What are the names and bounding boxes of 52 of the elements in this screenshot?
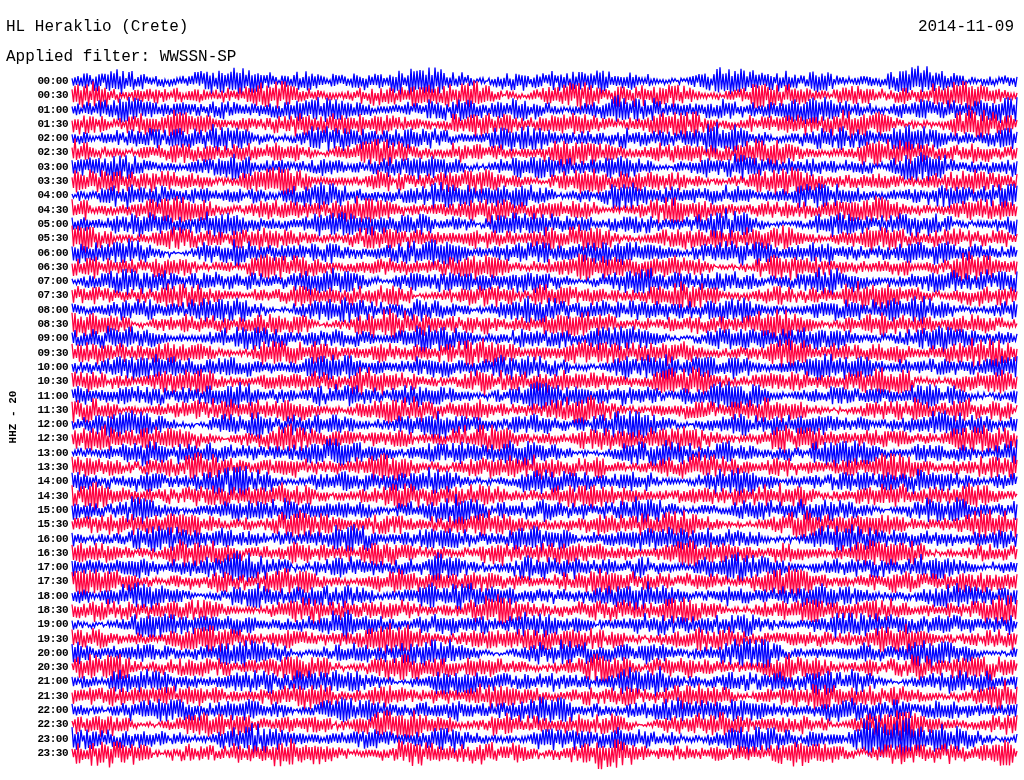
- time-label: 19:00: [37, 617, 68, 632]
- time-label: 08:00: [37, 302, 68, 318]
- time-label: 09:30: [37, 345, 68, 360]
- time-label: 07:30: [37, 288, 68, 303]
- time-label: 14:30: [37, 488, 68, 503]
- time-label: 20:00: [37, 645, 68, 661]
- time-label: 07:00: [37, 274, 68, 289]
- time-label: 21:30: [37, 688, 68, 704]
- time-label: 06:30: [37, 259, 68, 275]
- time-label: 23:30: [37, 745, 68, 761]
- time-label: 00:30: [37, 88, 68, 103]
- time-label: 22:00: [37, 703, 68, 718]
- time-label: 09:00: [37, 331, 68, 346]
- time-label: 23:00: [37, 731, 68, 746]
- channel-label: HHZ - 20: [7, 390, 19, 444]
- time-label: 22:30: [37, 717, 68, 732]
- time-label: 18:30: [37, 603, 68, 618]
- time-label: 17:00: [37, 560, 68, 575]
- time-label: 21:00: [37, 674, 68, 689]
- time-label: 13:00: [37, 445, 68, 460]
- time-label: 04:30: [37, 202, 68, 217]
- time-label: 20:30: [37, 660, 68, 675]
- time-label: 11:00: [37, 388, 68, 403]
- time-label: 16:00: [37, 531, 68, 546]
- time-label: 11:30: [37, 402, 68, 418]
- time-label: 06:00: [37, 245, 68, 260]
- time-label: 01:30: [37, 116, 68, 132]
- time-label: 01:00: [37, 102, 68, 117]
- time-label: 04:00: [37, 188, 68, 203]
- time-label: 08:30: [37, 317, 68, 332]
- time-label: 17:30: [37, 574, 68, 589]
- time-label: 13:30: [37, 460, 68, 475]
- time-label: 10:00: [37, 359, 68, 375]
- station-title: HL Heraklio (Crete): [6, 18, 189, 36]
- time-label: 02:00: [37, 131, 68, 146]
- filter-label: Applied filter: WWSSN-SP: [6, 48, 237, 66]
- time-label: 12:00: [37, 417, 68, 432]
- time-label: 05:00: [37, 216, 68, 232]
- time-label: 10:30: [37, 374, 68, 389]
- time-label: 16:30: [37, 545, 68, 561]
- time-label: 03:00: [37, 159, 68, 175]
- date-label: 2014-11-09: [918, 18, 1014, 36]
- time-label: 15:30: [37, 517, 68, 532]
- time-label: 19:30: [37, 631, 68, 646]
- time-label: 12:30: [37, 431, 68, 446]
- time-label: 02:30: [37, 145, 68, 160]
- time-label: 14:00: [37, 474, 68, 489]
- time-label: 03:30: [37, 174, 68, 189]
- time-label: 00:00: [37, 74, 68, 89]
- time-label: 15:00: [37, 502, 68, 518]
- time-label: 05:30: [37, 231, 68, 246]
- time-label: 18:00: [37, 588, 68, 603]
